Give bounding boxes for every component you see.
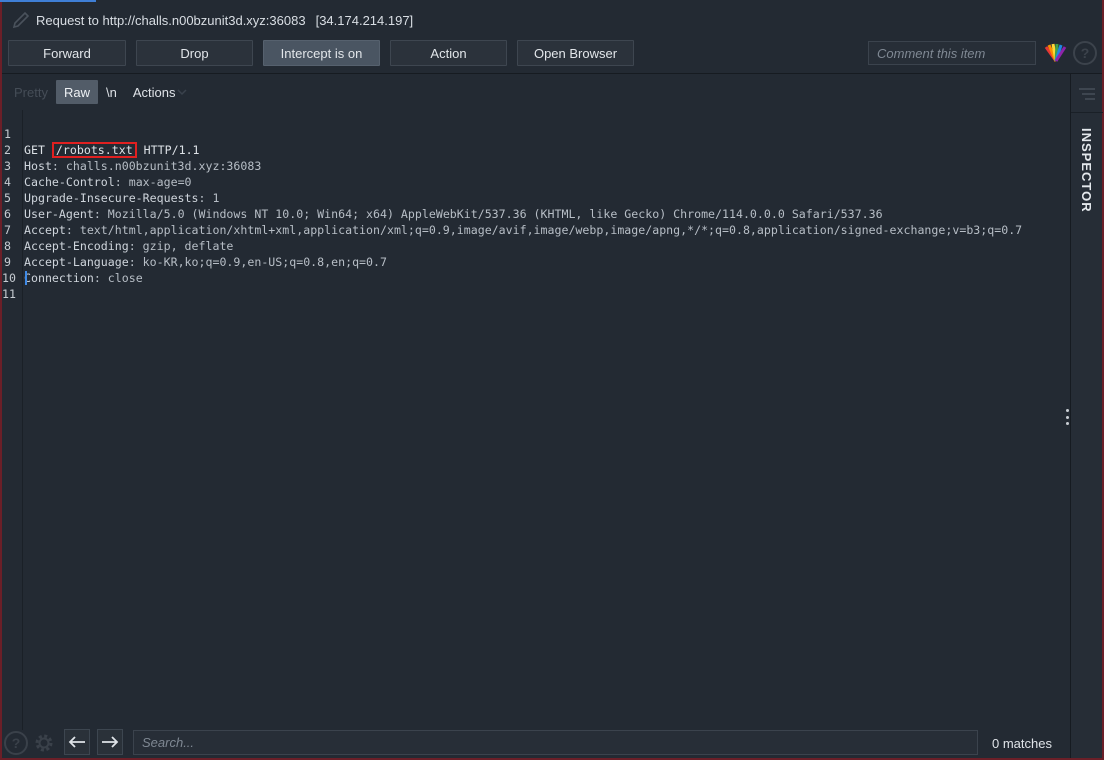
actions-menu-label: Actions — [132, 84, 176, 100]
header-value: : ko-KR,ko;q=0.9,en-US;q=0.8,en;q=0.7 — [128, 255, 387, 269]
request-line: 1 GET /robots.txt HTTP/1.1 — [2, 110, 200, 158]
search-input[interactable]: Search... — [133, 730, 978, 755]
divider — [2, 73, 1102, 74]
header-value: : close — [93, 271, 143, 285]
search-bar: ? Search... 0 matches — [2, 728, 1070, 758]
inspector-divider — [1071, 112, 1103, 113]
match-count: 0 matches — [992, 736, 1052, 751]
arrow-right-icon — [102, 736, 119, 748]
text-cursor — [25, 271, 27, 285]
chevron-down-icon — [177, 89, 187, 96]
header-value: : 1 — [198, 191, 220, 205]
header-name: Accept-Encoding — [24, 239, 129, 253]
intercept-toolbar: Forward Drop Intercept is on Action Open… — [8, 40, 634, 66]
inspector-panel: INSPECTOR — [1070, 74, 1103, 758]
open-browser-button[interactable]: Open Browser — [517, 40, 634, 66]
drop-button[interactable]: Drop — [136, 40, 253, 66]
header-line: 4 Upgrade-Insecure-Requests: 1 — [2, 158, 219, 205]
request-editor[interactable]: 1 GET /robots.txt HTTP/1.1 2 Host: chall… — [2, 110, 1070, 730]
next-match-button[interactable] — [97, 729, 123, 755]
request-title: Request to http://challs.n00bzunit3d.xyz… — [36, 12, 306, 28]
header-name: Cache-Control — [24, 175, 115, 189]
previous-match-button[interactable] — [64, 729, 90, 755]
header-name: User-Agent — [24, 207, 94, 221]
header-value: : challs.n00bzunit3d.xyz:36083 — [51, 159, 262, 173]
header-line: 5 User-Agent: Mozilla/5.0 (Windows NT 10… — [2, 174, 883, 221]
inspector-tab[interactable]: INSPECTOR — [1079, 128, 1094, 213]
tab-raw[interactable]: Raw — [55, 80, 98, 104]
action-button[interactable]: Action — [390, 40, 507, 66]
line-number: 11 — [2, 287, 16, 301]
tab-pretty[interactable]: Pretty — [6, 80, 56, 104]
tab-newline-toggle[interactable]: \n — [98, 80, 125, 104]
comment-input[interactable]: Comment this item — [868, 41, 1036, 65]
editor-view-tabs: Pretty Raw \n Actions — [6, 80, 195, 104]
highlight-color-icon[interactable] — [1043, 41, 1069, 65]
header-line: 7 Accept-Encoding: gzip, deflate — [2, 206, 233, 253]
actions-menu[interactable]: Actions — [125, 80, 196, 104]
header-line: 6 Accept: text/html,application/xhtml+xm… — [2, 190, 1022, 237]
header-line: 3 Cache-Control: max-age=0 — [2, 142, 192, 189]
help-icon[interactable]: ? — [4, 731, 28, 755]
arrow-left-icon — [68, 736, 85, 748]
header-value: : text/html,application/xhtml+xml,applic… — [65, 223, 1023, 237]
pencil-icon — [8, 7, 34, 33]
header-name: Upgrade-Insecure-Requests — [24, 191, 199, 205]
header-line: 2 Host: challs.n00bzunit3d.xyz:36083 — [2, 126, 261, 173]
request-path-highlight: /robots.txt — [51, 142, 137, 158]
header-line: 8 Accept-Language: ko-KR,ko;q=0.9,en-US;… — [2, 222, 387, 269]
header-name: Accept — [24, 223, 66, 237]
header-value: : gzip, deflate — [128, 239, 234, 253]
inspector-layout-icon[interactable] — [1077, 86, 1097, 102]
http-version: HTTP/1.1 — [136, 143, 200, 157]
intercept-toggle-button[interactable]: Intercept is on — [263, 40, 380, 66]
empty-line: 10 — [2, 254, 30, 285]
request-ip: [34.174.214.197] — [315, 12, 414, 28]
header-line: 9 Connection: close — [2, 238, 143, 285]
title-bar: Request to http://challs.n00bzunit3d.xyz… — [2, 2, 1102, 38]
forward-button[interactable]: Forward — [8, 40, 126, 66]
header-name: Accept-Language — [24, 255, 129, 269]
header-value: : Mozilla/5.0 (Windows NT 10.0; Win64; x… — [93, 207, 883, 221]
help-icon[interactable]: ? — [1073, 41, 1097, 65]
header-value: : max-age=0 — [114, 175, 192, 189]
header-name: Connection — [24, 271, 94, 285]
settings-gear-icon[interactable] — [32, 731, 56, 755]
